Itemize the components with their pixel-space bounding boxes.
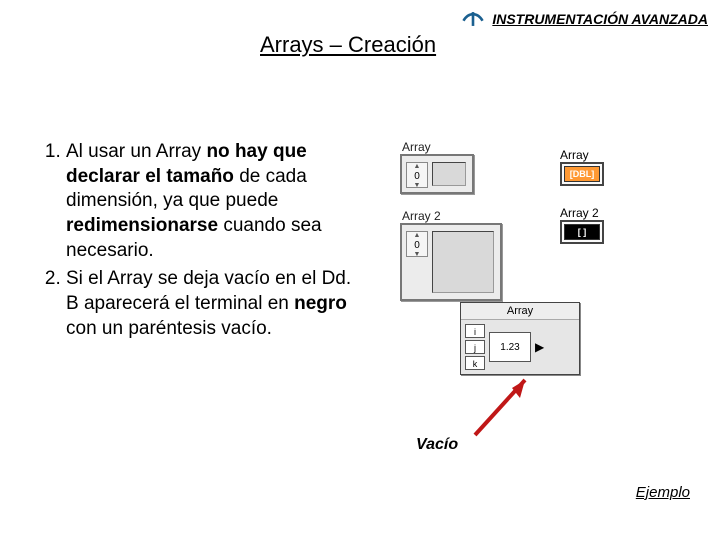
chip-i[interactable]: i (465, 324, 485, 338)
li2-b: negro (294, 293, 347, 314)
logo-icon (460, 8, 486, 30)
array-element-2[interactable] (432, 231, 494, 293)
index-stepper-1[interactable]: 0 (406, 162, 428, 188)
array-palette[interactable]: Array i j k 1.23 ▶ (460, 302, 580, 375)
array-widgets: Array 0 Array 2 0 (400, 140, 700, 312)
array-control-2[interactable]: Array 2 0 (400, 223, 502, 301)
terminal-label-1: Array (560, 148, 604, 162)
palette-arrow-icon[interactable]: ▶ (535, 340, 544, 354)
header-title: INSTRUMENTACIÓN AVANZADA (492, 11, 708, 27)
terminal-2 (560, 220, 604, 244)
array-control-1[interactable]: Array 0 (400, 154, 474, 194)
ejemplo-link[interactable]: Ejemplo (636, 484, 690, 501)
header: INSTRUMENTACIÓN AVANZADA (460, 8, 708, 30)
terminal-dbl-icon: [DBL] (564, 166, 600, 182)
chip-k[interactable]: k (465, 356, 485, 370)
li1-a: Al usar un Array (66, 141, 206, 162)
pointer-arrow-icon (470, 370, 540, 440)
array-label-2: Array 2 (402, 209, 441, 223)
li1-d: redimensionarse (66, 215, 218, 236)
slide-title: Arrays – Creación (260, 32, 436, 58)
array-label-1: Array (402, 140, 431, 154)
chip-j[interactable]: j (465, 340, 485, 354)
terminal-1: [DBL] (560, 162, 604, 186)
chip-numeric[interactable]: 1.23 (489, 332, 531, 362)
list-item-2: Si el Array se deja vacío en el Dd. B ap… (66, 267, 364, 341)
terminal-empty-icon (564, 224, 600, 240)
list-item-1: Al usar un Array no hay que declarar el … (66, 140, 364, 263)
body-text: Al usar un Array no hay que declarar el … (24, 140, 364, 346)
terminal-icons: Array [DBL] Array 2 (560, 148, 604, 256)
li2-c: con un paréntesis vacío. (66, 318, 272, 339)
terminal-label-2: Array 2 (560, 206, 604, 220)
array-element-1[interactable] (432, 162, 466, 186)
vacio-label: Vacío (416, 436, 458, 454)
palette-title: Array (461, 303, 579, 320)
index-stepper-2[interactable]: 0 (406, 231, 428, 257)
